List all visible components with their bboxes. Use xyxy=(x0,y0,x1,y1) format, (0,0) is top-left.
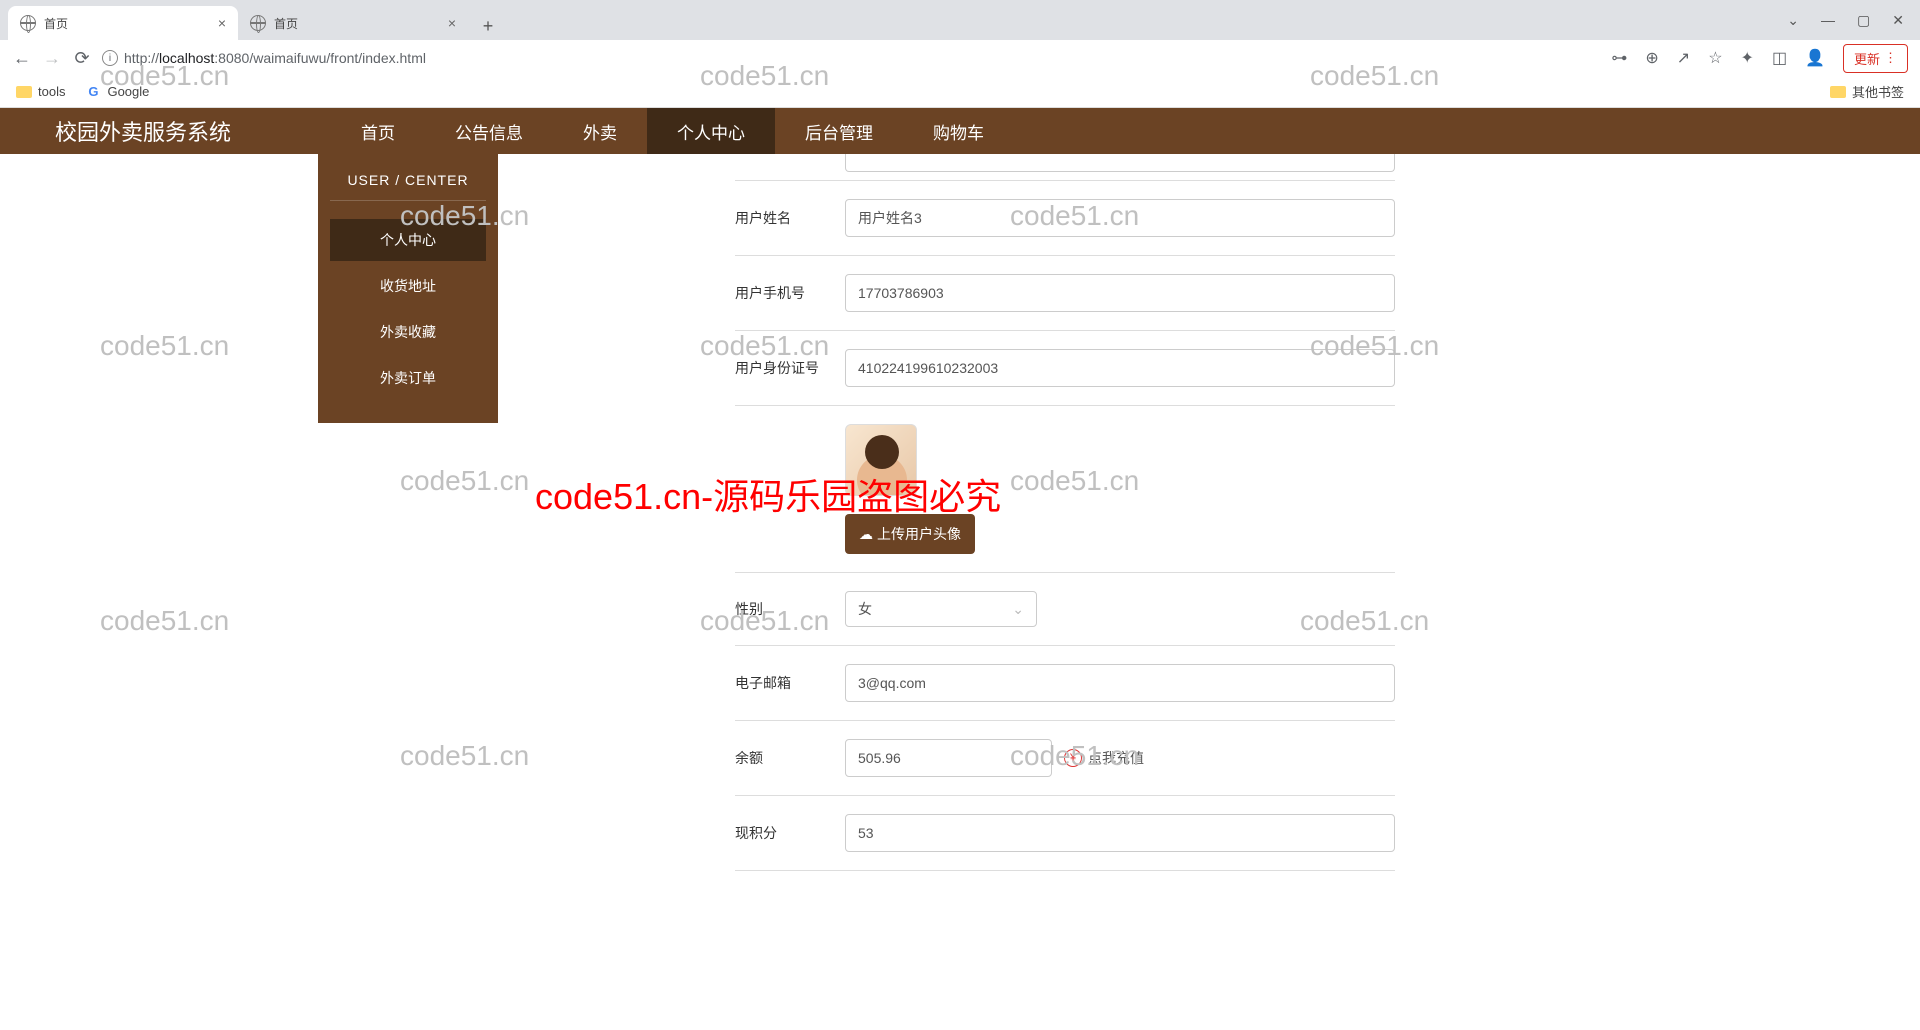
browser-chrome: 首页 × 首页 × + ⌄ — ▢ ✕ ← → ⟳ i http://local… xyxy=(0,0,1920,108)
bookmarks-bar: tools GGoogle 其他书签 xyxy=(0,76,1920,108)
row-top-partial xyxy=(735,154,1395,181)
brand-title: 校园外卖服务系统 xyxy=(55,115,231,147)
zoom-icon[interactable]: ⊕ xyxy=(1645,48,1658,68)
label-idnumber: 用户身份证号 xyxy=(735,358,845,378)
close-window-icon[interactable]: ✕ xyxy=(1892,12,1904,29)
maximize-icon[interactable]: ▢ xyxy=(1857,12,1870,29)
input-username[interactable] xyxy=(845,199,1395,237)
folder-icon xyxy=(16,86,32,98)
url-display[interactable]: i http://localhost:8080/waimaifuwu/front… xyxy=(102,50,426,66)
label-email: 电子邮箱 xyxy=(735,673,845,693)
input-idnumber[interactable] xyxy=(845,349,1395,387)
tab-title: 首页 xyxy=(274,15,298,32)
profile-form: 用户姓名 用户手机号 用户身份证号 ☁上传用户头像 性别 女⌄ 电子 xyxy=(735,154,1395,871)
share-icon[interactable]: ↗ xyxy=(1677,48,1690,68)
site-info-icon[interactable]: i xyxy=(102,50,118,66)
close-icon[interactable]: × xyxy=(218,15,226,31)
recharge-link[interactable]: ¥ 点我充值 xyxy=(1064,748,1144,768)
label-username: 用户姓名 xyxy=(735,208,845,228)
select-gender[interactable]: 女⌄ xyxy=(845,591,1037,627)
label-phone: 用户手机号 xyxy=(735,283,845,303)
label-balance: 余额 xyxy=(735,748,845,768)
row-gender: 性别 女⌄ xyxy=(735,573,1395,646)
input-phone[interactable] xyxy=(845,274,1395,312)
new-tab-button[interactable]: + xyxy=(474,12,502,40)
globe-icon xyxy=(250,15,266,31)
nav-home[interactable]: 首页 xyxy=(331,108,425,154)
chevron-down-icon[interactable]: ⌄ xyxy=(1787,12,1799,29)
avatar-image xyxy=(845,424,917,496)
browser-tab[interactable]: 首页 × xyxy=(238,6,468,40)
chevron-down-icon: ⌄ xyxy=(1012,601,1024,618)
back-button[interactable]: ← xyxy=(12,48,32,68)
profile-icon[interactable]: 👤 xyxy=(1805,48,1825,68)
google-icon: G xyxy=(85,84,101,100)
row-balance: 余额 ¥ 点我充值 xyxy=(735,721,1395,796)
globe-icon xyxy=(20,15,36,31)
forward-button[interactable]: → xyxy=(42,48,62,68)
cloud-upload-icon: ☁ xyxy=(859,526,873,543)
upload-avatar-button[interactable]: ☁上传用户头像 xyxy=(845,514,975,554)
tab-title: 首页 xyxy=(44,15,68,32)
row-idnumber: 用户身份证号 xyxy=(735,331,1395,406)
nav-notice[interactable]: 公告信息 xyxy=(425,108,553,154)
nav-cart[interactable]: 购物车 xyxy=(903,108,1014,154)
row-phone: 用户手机号 xyxy=(735,256,1395,331)
sidebar-item-orders[interactable]: 外卖订单 xyxy=(330,357,486,399)
update-button[interactable]: 更新⋮ xyxy=(1843,44,1908,73)
content: USER / CENTER 个人中心 收货地址 外卖收藏 外卖订单 用户姓名 用… xyxy=(0,154,1920,871)
address-bar: ← → ⟳ i http://localhost:8080/waimaifuwu… xyxy=(0,40,1920,76)
sidebar-item-favorites[interactable]: 外卖收藏 xyxy=(330,311,486,353)
sidebar: USER / CENTER 个人中心 收货地址 外卖收藏 外卖订单 xyxy=(318,154,498,423)
window-controls: ⌄ — ▢ ✕ xyxy=(1787,0,1920,40)
sidebar-head: USER / CENTER xyxy=(330,154,486,201)
input-points[interactable] xyxy=(845,814,1395,852)
bookmark-other[interactable]: 其他书签 xyxy=(1830,82,1904,101)
toolbar-icons: ⊶ ⊕ ↗ ☆ ✦ ◫ 👤 更新⋮ xyxy=(1611,44,1908,73)
sidebar-item-address[interactable]: 收货地址 xyxy=(330,265,486,307)
label-gender: 性别 xyxy=(735,599,845,619)
bookmark-tools[interactable]: tools xyxy=(16,84,65,99)
folder-icon xyxy=(1830,86,1846,98)
input-partial[interactable] xyxy=(845,154,1395,172)
yen-icon: ¥ xyxy=(1064,749,1082,767)
label-points: 现积分 xyxy=(735,823,845,843)
minimize-icon[interactable]: — xyxy=(1821,12,1835,28)
row-email: 电子邮箱 xyxy=(735,646,1395,721)
tab-bar: 首页 × 首页 × + ⌄ — ▢ ✕ xyxy=(0,0,1920,40)
extensions-icon[interactable]: ✦ xyxy=(1741,48,1754,68)
nav-user-center[interactable]: 个人中心 xyxy=(647,108,775,154)
reload-button[interactable]: ⟳ xyxy=(72,48,92,68)
nav-takeout[interactable]: 外卖 xyxy=(553,108,647,154)
row-points: 现积分 xyxy=(735,796,1395,871)
nav-admin[interactable]: 后台管理 xyxy=(775,108,903,154)
row-avatar: ☁上传用户头像 xyxy=(735,406,1395,573)
bookmark-icon[interactable]: ☆ xyxy=(1708,48,1722,68)
bookmark-google[interactable]: GGoogle xyxy=(85,84,149,100)
browser-tab[interactable]: 首页 × xyxy=(8,6,238,40)
sidebar-item-user-center[interactable]: 个人中心 xyxy=(330,219,486,261)
key-icon[interactable]: ⊶ xyxy=(1611,48,1627,68)
input-email[interactable] xyxy=(845,664,1395,702)
row-username: 用户姓名 xyxy=(735,181,1395,256)
app-nav: 校园外卖服务系统 首页 公告信息 外卖 个人中心 后台管理 购物车 xyxy=(0,108,1920,154)
close-icon[interactable]: × xyxy=(448,15,456,31)
input-balance[interactable] xyxy=(845,739,1052,777)
sidepanel-icon[interactable]: ◫ xyxy=(1772,48,1787,68)
